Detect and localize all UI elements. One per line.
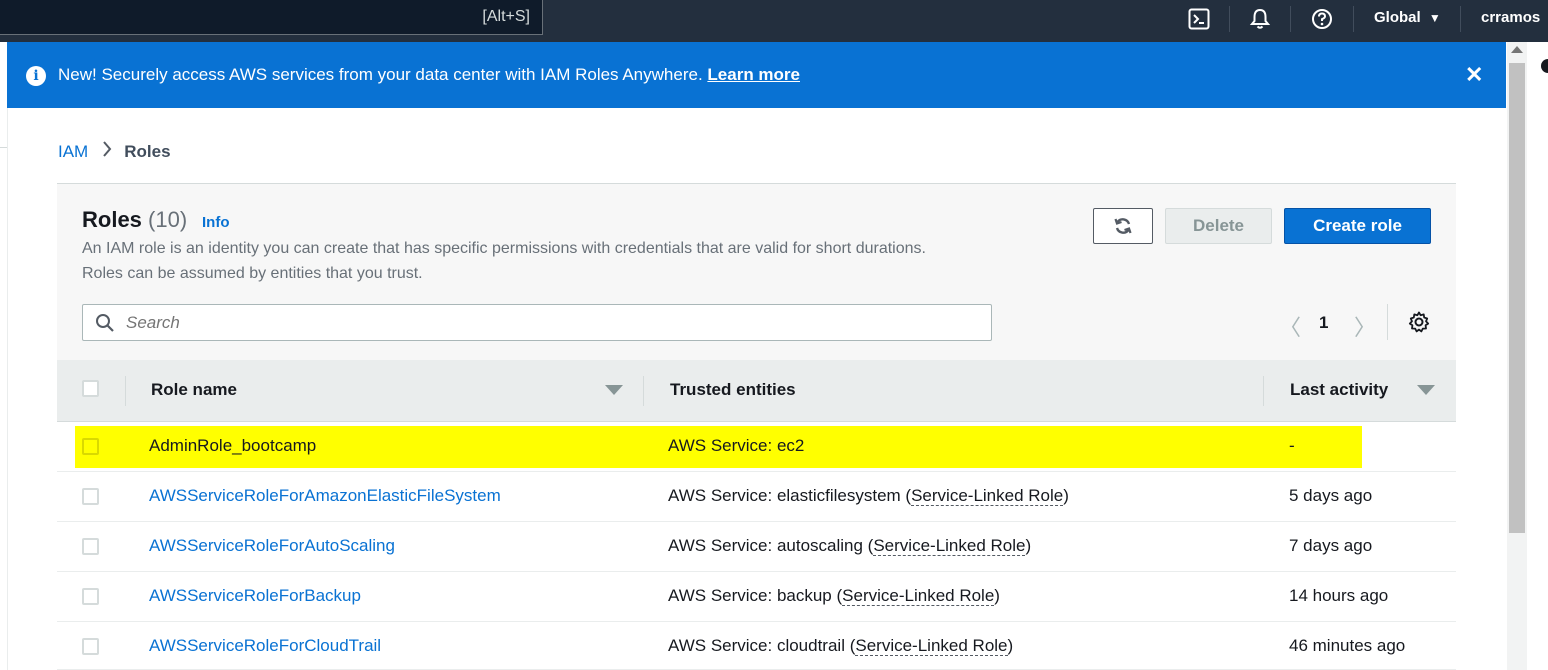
pagination-divider: [1387, 304, 1388, 340]
search-icon: [96, 314, 114, 332]
nav-divider: [1460, 6, 1461, 32]
roles-count: (10): [148, 207, 188, 232]
left-strip-divider: [0, 147, 7, 148]
page-title: Roles (10): [82, 207, 187, 233]
service-linked-role-tooltip[interactable]: Service-Linked Role: [873, 536, 1026, 556]
trusted-entity-text: AWS Service: cloudtrail (: [668, 636, 856, 655]
top-navigation: [Alt+S] Global ▼ crramos ▼: [0, 0, 1548, 42]
last-activity: 46 minutes ago: [1289, 636, 1406, 655]
table-row: AWSServiceRoleForAutoScaling AWS Service…: [57, 522, 1456, 572]
region-label: Global: [1374, 9, 1421, 26]
breadcrumb-current: Roles: [124, 141, 171, 161]
sort-caret-icon[interactable]: [1417, 385, 1435, 395]
pagination-page-number[interactable]: 1: [1319, 313, 1328, 333]
trusted-entity-close: ): [1007, 636, 1014, 655]
flash-banner: i New! Securely access AWS services from…: [7, 42, 1506, 108]
scrollbar-thumb[interactable]: [1509, 63, 1525, 533]
column-header-role-name[interactable]: Role name: [151, 380, 237, 400]
scroll-up-arrow-icon[interactable]: [1511, 46, 1523, 53]
select-all-checkbox[interactable]: [82, 380, 99, 397]
flash-message-text: New! Securely access AWS services from y…: [58, 65, 703, 84]
nav-divider: [1353, 6, 1354, 32]
page-description: An IAM role is an identity you can creat…: [82, 240, 926, 282]
service-linked-role-tooltip[interactable]: Service-Linked Role: [911, 486, 1064, 506]
row-checkbox[interactable]: [82, 638, 99, 655]
gear-icon[interactable]: [1407, 310, 1431, 334]
right-gutter: [1530, 42, 1548, 670]
last-activity: 5 days ago: [1289, 486, 1373, 505]
pagination-next-button[interactable]: 〉: [1354, 310, 1376, 342]
refresh-icon: [1114, 218, 1132, 234]
trusted-entity: AWS Service: autoscaling (Service-Linked…: [668, 536, 1031, 556]
info-link[interactable]: Info: [202, 214, 230, 231]
cloudshell-icon[interactable]: [1186, 6, 1212, 32]
create-role-button[interactable]: Create role: [1284, 208, 1431, 244]
breadcrumb-iam-link[interactable]: IAM: [58, 142, 88, 162]
trusted-entity-close: ): [994, 586, 1000, 605]
role-name-link[interactable]: AWSServiceRoleForCloudTrail: [149, 636, 381, 656]
trusted-entity-text: AWS Service: autoscaling (: [668, 536, 874, 555]
row-checkbox[interactable]: [82, 438, 99, 455]
nav-divider: [1290, 6, 1291, 32]
column-divider: [643, 376, 644, 406]
pagination-prev-button[interactable]: 〈: [1279, 310, 1301, 342]
row-checkbox[interactable]: [82, 488, 99, 505]
service-linked-role-tooltip[interactable]: Service-Linked Role: [842, 586, 995, 606]
table-row: AdminRole_bootcamp AWS Service: ec2 -: [57, 422, 1456, 472]
roles-container-header: Roles (10) Info An IAM role is an identi…: [57, 184, 1456, 360]
breadcrumb: IAM Roles: [58, 141, 171, 162]
region-caret-icon: ▼: [1428, 11, 1441, 25]
page-title-text: Roles: [82, 207, 142, 232]
trusted-entity: AWS Service: backup (Service-Linked Role…: [668, 586, 1000, 606]
account-username: crramos: [1481, 9, 1541, 26]
table-row: AWSServiceRoleForAmazonElasticFileSystem…: [57, 472, 1456, 522]
column-header-trusted-entities[interactable]: Trusted entities: [670, 380, 796, 400]
learn-more-link[interactable]: Learn more: [707, 65, 800, 84]
trusted-entity-close: ): [1025, 536, 1032, 555]
table-row: AWSServiceRoleForCloudTrail AWS Service:…: [57, 622, 1456, 670]
last-activity: -: [1289, 436, 1295, 455]
account-menu[interactable]: crramos ▼: [1481, 9, 1548, 26]
trusted-entity: AWS Service: cloudtrail (Service-Linked …: [668, 636, 1013, 656]
trusted-entity-text: AWS Service: elasticfilesystem (: [668, 486, 912, 505]
notifications-bell-icon[interactable]: [1247, 6, 1273, 32]
role-name-link[interactable]: AWSServiceRoleForBackup: [149, 586, 361, 606]
delete-button[interactable]: Delete: [1165, 208, 1272, 244]
trusted-entity: AWS Service: elasticfilesystem (Service-…: [668, 486, 1069, 506]
service-linked-role-tooltip[interactable]: Service-Linked Role: [855, 636, 1008, 656]
close-icon[interactable]: ✕: [1465, 62, 1483, 88]
global-search-box[interactable]: [Alt+S]: [0, 0, 543, 35]
flash-message: New! Securely access AWS services from y…: [58, 65, 800, 85]
nav-divider: [1229, 6, 1230, 32]
region-selector[interactable]: Global ▼: [1374, 9, 1441, 26]
row-checkbox[interactable]: [82, 538, 99, 555]
last-activity: 7 days ago: [1289, 536, 1373, 555]
role-name-link[interactable]: AdminRole_bootcamp: [149, 436, 316, 456]
side-panel-dot: [1541, 59, 1548, 73]
left-page-strip: [0, 42, 7, 670]
table-header: Role name Trusted entities Last activity: [57, 360, 1456, 422]
search-shortcut-hint: [Alt+S]: [482, 8, 530, 25]
role-name-link[interactable]: AWSServiceRoleForAmazonElasticFileSystem: [149, 486, 501, 506]
refresh-button[interactable]: [1093, 208, 1153, 244]
sort-caret-icon[interactable]: [605, 385, 623, 395]
help-icon[interactable]: [1309, 6, 1335, 32]
chevron-right-icon: [102, 141, 112, 162]
role-name-link[interactable]: AWSServiceRoleForAutoScaling: [149, 536, 395, 556]
column-divider: [1263, 376, 1264, 406]
trusted-entity-close: ): [1063, 486, 1069, 505]
roles-search[interactable]: [82, 304, 992, 341]
search-input[interactable]: [126, 313, 966, 333]
trusted-entity: AWS Service: ec2: [668, 436, 805, 455]
trusted-entity-text: AWS Service: backup (: [668, 586, 843, 605]
column-header-last-activity[interactable]: Last activity: [1290, 380, 1388, 400]
last-activity: 14 hours ago: [1289, 586, 1389, 605]
table-row: AWSServiceRoleForBackup AWS Service: bac…: [57, 572, 1456, 622]
info-icon: i: [26, 66, 46, 86]
row-checkbox[interactable]: [82, 588, 99, 605]
column-divider: [125, 376, 126, 406]
